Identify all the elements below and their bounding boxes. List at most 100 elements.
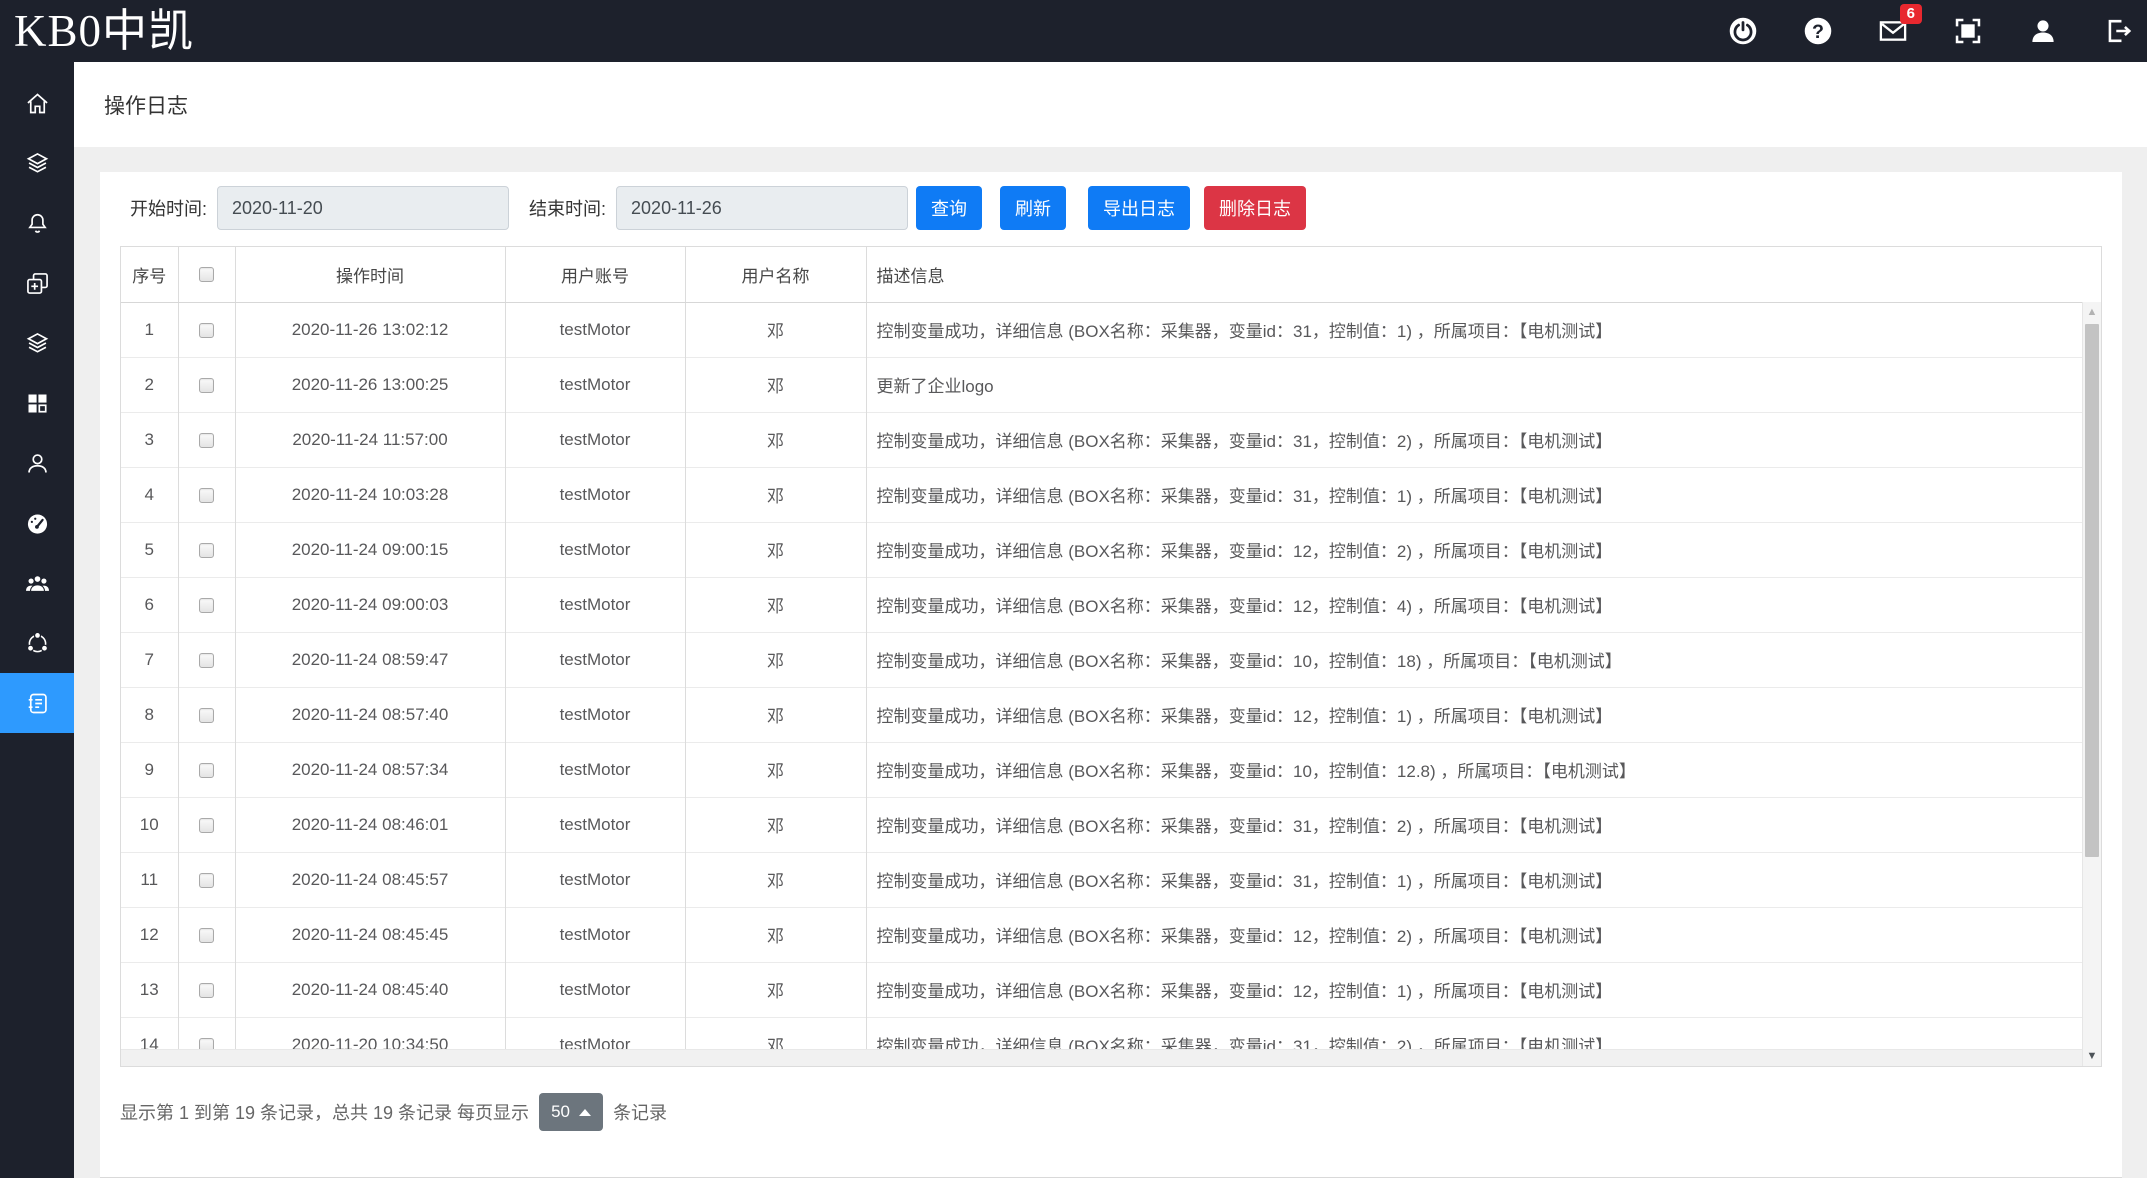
row-checkbox[interactable] xyxy=(199,818,214,833)
add-box-icon xyxy=(24,270,51,297)
row-checkbox-cell xyxy=(178,962,235,1017)
row-account: testMotor xyxy=(505,687,685,742)
row-account: testMotor xyxy=(505,302,685,357)
export-logs-button[interactable]: 导出日志 xyxy=(1088,186,1190,230)
row-time: 2020-11-26 13:00:25 xyxy=(235,357,505,412)
table-row: 52020-11-24 09:00:15testMotor邓控制变量成功，详细信… xyxy=(121,522,2082,577)
row-index: 2 xyxy=(121,357,178,412)
sidebar-item-layers[interactable] xyxy=(0,133,74,193)
row-checkbox[interactable] xyxy=(199,873,214,888)
page-size-select[interactable]: 50 xyxy=(539,1093,603,1131)
row-checkbox[interactable] xyxy=(199,543,214,558)
row-username: 邓 xyxy=(685,632,866,687)
row-checkbox[interactable] xyxy=(199,928,214,943)
row-checkbox[interactable] xyxy=(199,598,214,613)
horizontal-scrollbar[interactable] xyxy=(121,1049,2082,1066)
row-account: testMotor xyxy=(505,1017,685,1049)
fullscreen-icon[interactable] xyxy=(1953,16,1983,46)
log-table: 序号 操作时间 用户账号 用户名称 描述信息 12020-11-26 13:02… xyxy=(121,247,2082,1049)
header-checkbox-cell xyxy=(178,247,235,302)
user-icon[interactable] xyxy=(2028,16,2058,46)
sidebar xyxy=(0,62,74,1178)
row-index: 8 xyxy=(121,687,178,742)
row-account: testMotor xyxy=(505,797,685,852)
row-time: 2020-11-24 08:59:47 xyxy=(235,632,505,687)
row-checkbox[interactable] xyxy=(199,323,214,338)
row-checkbox[interactable] xyxy=(199,433,214,448)
app-logo: KB0中凯 xyxy=(0,1,194,61)
row-checkbox[interactable] xyxy=(199,488,214,503)
row-username: 邓 xyxy=(685,1017,866,1049)
row-time: 2020-11-24 10:03:28 xyxy=(235,467,505,522)
page-titlebar: 操作日志 xyxy=(74,62,2147,147)
log-table-scroll-area: 序号 操作时间 用户账号 用户名称 描述信息 12020-11-26 13:02… xyxy=(121,247,2082,1049)
svg-text:?: ? xyxy=(1812,21,1824,43)
query-button[interactable]: 查询 xyxy=(916,186,982,230)
row-checkbox[interactable] xyxy=(199,708,214,723)
row-index: 6 xyxy=(121,577,178,632)
row-description: 控制变量成功，详细信息 (BOX名称：采集器，变量id：12，控制值：1) ，所… xyxy=(866,687,2082,742)
row-checkbox-cell xyxy=(178,797,235,852)
row-index: 1 xyxy=(121,302,178,357)
sidebar-item-alerts[interactable] xyxy=(0,193,74,253)
row-time: 2020-11-24 09:00:03 xyxy=(235,577,505,632)
sidebar-item-share[interactable] xyxy=(0,613,74,673)
row-checkbox[interactable] xyxy=(199,1038,214,1049)
row-time: 2020-11-24 08:46:01 xyxy=(235,797,505,852)
vertical-scrollbar[interactable]: ▲ ▼ xyxy=(2082,302,2101,1066)
page-title: 操作日志 xyxy=(104,90,188,120)
row-account: testMotor xyxy=(505,852,685,907)
person-icon xyxy=(24,450,51,477)
scroll-down-arrow-icon[interactable]: ▼ xyxy=(2083,1049,2101,1063)
row-account: testMotor xyxy=(505,577,685,632)
vertical-scrollbar-thumb[interactable] xyxy=(2085,324,2099,857)
logout-icon[interactable] xyxy=(2103,16,2133,46)
sidebar-item-operation-log[interactable] xyxy=(0,673,74,733)
sidebar-item-account[interactable] xyxy=(0,433,74,493)
row-description: 控制变量成功，详细信息 (BOX名称：采集器，变量id：31，控制值：1) ，所… xyxy=(866,467,2082,522)
sidebar-item-stack[interactable] xyxy=(0,313,74,373)
row-account: testMotor xyxy=(505,632,685,687)
table-row: 92020-11-24 08:57:34testMotor邓控制变量成功，详细信… xyxy=(121,742,2082,797)
mail-icon[interactable]: 6 xyxy=(1878,16,1908,46)
row-username: 邓 xyxy=(685,577,866,632)
row-checkbox[interactable] xyxy=(199,653,214,668)
row-index: 9 xyxy=(121,742,178,797)
row-checkbox[interactable] xyxy=(199,983,214,998)
gauge-icon xyxy=(24,510,51,537)
row-index: 13 xyxy=(121,962,178,1017)
sidebar-item-modules[interactable] xyxy=(0,373,74,433)
sidebar-item-add-box[interactable] xyxy=(0,253,74,313)
start-date-input[interactable] xyxy=(217,186,509,230)
table-row: 62020-11-24 09:00:03testMotor邓控制变量成功，详细信… xyxy=(121,577,2082,632)
row-index: 12 xyxy=(121,907,178,962)
log-card: 开始时间: 结束时间: 查询 刷新 导出日志 删除日志 序号 xyxy=(100,172,2122,1178)
refresh-button[interactable]: 刷新 xyxy=(1000,186,1066,230)
sidebar-item-team[interactable] xyxy=(0,553,74,613)
row-username: 邓 xyxy=(685,357,866,412)
row-time: 2020-11-24 08:57:40 xyxy=(235,687,505,742)
share-network-icon xyxy=(24,630,51,657)
sidebar-item-dashboard[interactable] xyxy=(0,493,74,553)
delete-logs-button[interactable]: 删除日志 xyxy=(1204,186,1306,230)
end-date-input[interactable] xyxy=(616,186,908,230)
row-checkbox[interactable] xyxy=(199,763,214,778)
row-index: 11 xyxy=(121,852,178,907)
sidebar-item-home[interactable] xyxy=(0,73,74,133)
power-icon[interactable] xyxy=(1728,16,1758,46)
table-row: 12020-11-26 13:02:12testMotor邓控制变量成功，详细信… xyxy=(121,302,2082,357)
caret-up-icon xyxy=(579,1109,591,1116)
row-description: 控制变量成功，详细信息 (BOX名称：采集器，变量id：31，控制值：1) ，所… xyxy=(866,852,2082,907)
row-checkbox[interactable] xyxy=(199,378,214,393)
row-account: testMotor xyxy=(505,412,685,467)
scroll-up-arrow-icon[interactable]: ▲ xyxy=(2083,305,2101,319)
help-icon[interactable]: ? xyxy=(1803,16,1833,46)
table-row: 112020-11-24 08:45:57testMotor邓控制变量成功，详细… xyxy=(121,852,2082,907)
header-index: 序号 xyxy=(121,247,178,302)
row-time: 2020-11-24 08:45:57 xyxy=(235,852,505,907)
row-checkbox-cell xyxy=(178,742,235,797)
row-checkbox-cell xyxy=(178,412,235,467)
select-all-checkbox[interactable] xyxy=(199,267,214,282)
header-username: 用户名称 xyxy=(685,247,866,302)
row-index: 10 xyxy=(121,797,178,852)
